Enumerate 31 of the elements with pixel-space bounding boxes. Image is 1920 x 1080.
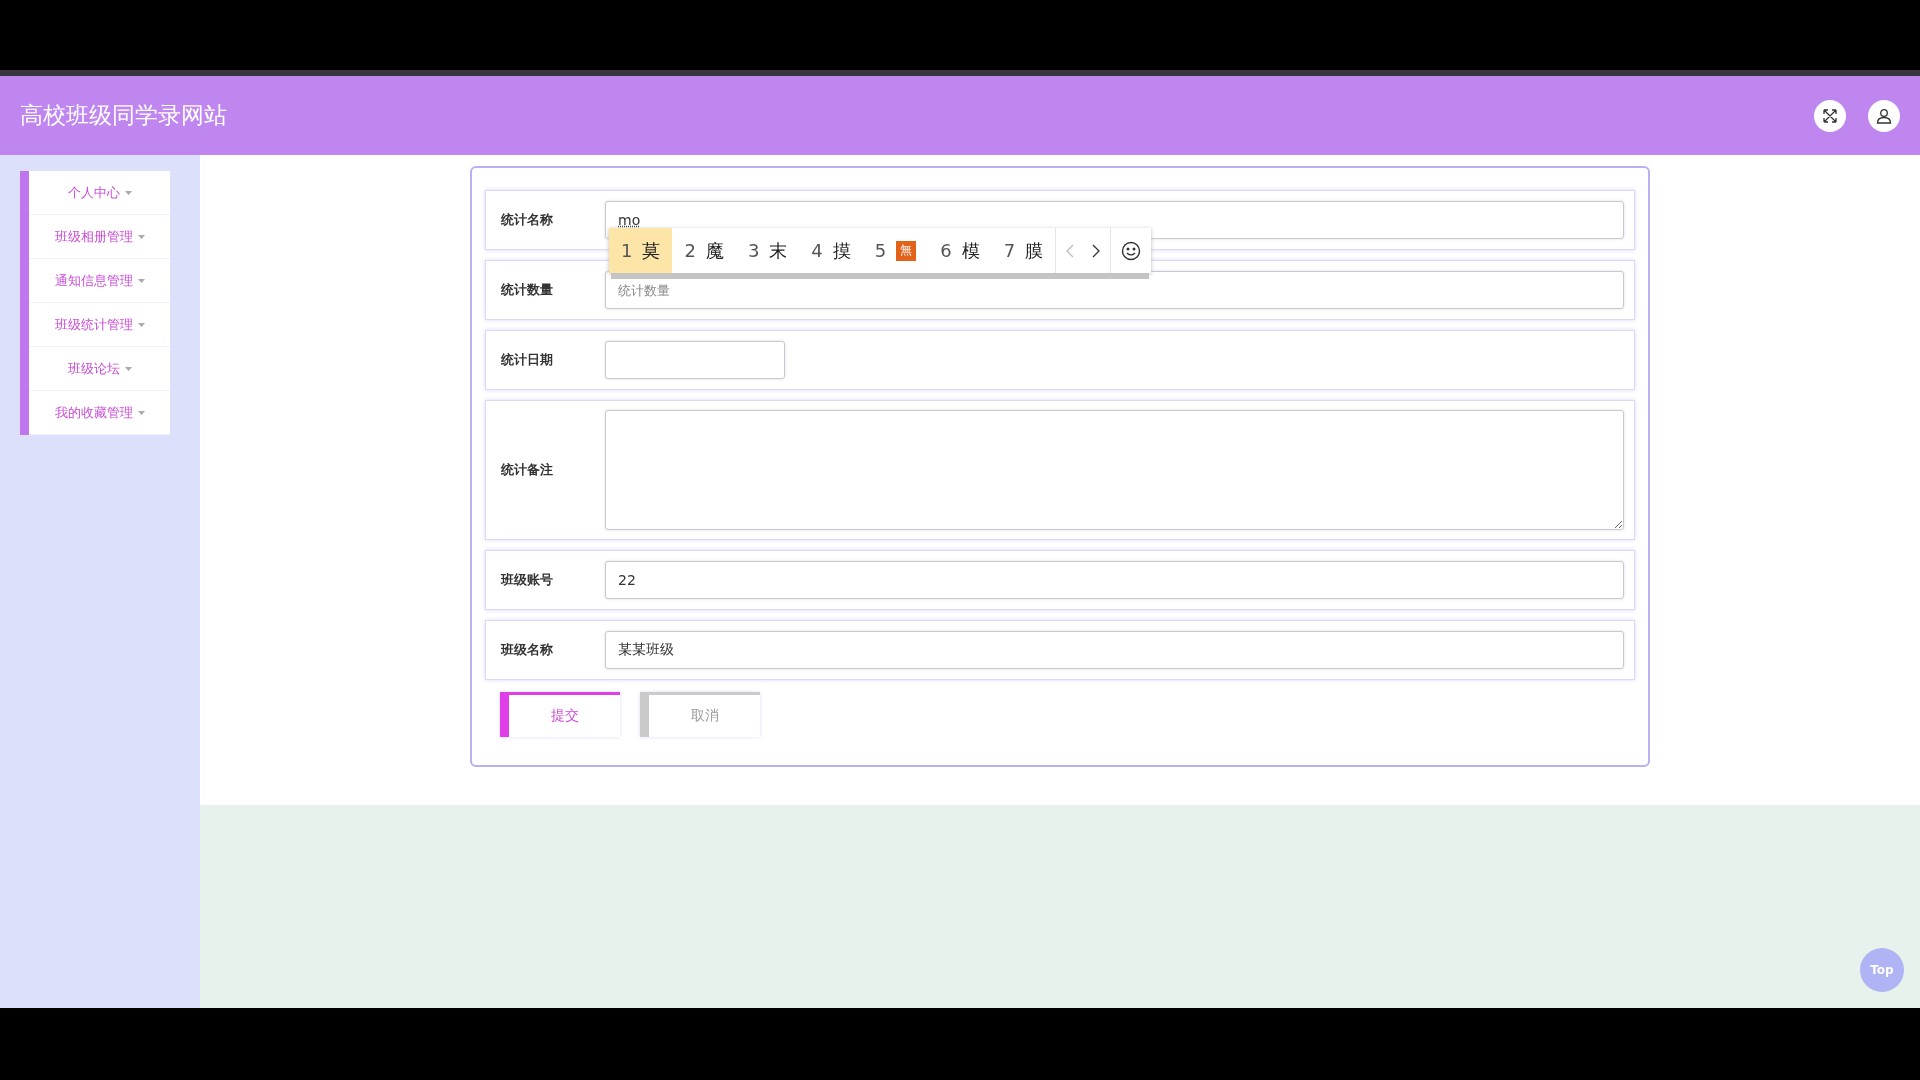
field-label: 统计日期 [501,351,554,369]
field-label: 统计备注 [501,461,554,479]
textarea-field[interactable] [605,410,1624,530]
site-title: 高校班级同学录网站 [20,101,228,130]
input-field[interactable]: 某某班级 [605,631,1624,669]
smiley-icon[interactable] [1121,240,1142,261]
ime-candidate[interactable]: 6 模 [928,228,992,273]
expand-arrows-icon [1822,107,1838,124]
field-label: 统计名称 [501,211,554,229]
ime-candidate[interactable]: 1 莫 [609,228,673,273]
ime-candidate[interactable]: 2 魔 [672,228,736,273]
submit-button[interactable]: 提交 [500,692,620,737]
caret-icon [124,366,132,371]
ime-candidate[interactable]: 3 末 [735,228,800,273]
user-button[interactable] [1868,99,1900,132]
caret-icon [137,234,145,239]
input-field[interactable]: 22 [605,561,1624,599]
ime-candidate[interactable]: 4 摸 [799,228,863,273]
field-label: 统计数量 [501,281,554,299]
caret-icon [137,322,145,327]
field-label: 班级名称 [501,641,554,659]
fullscreen-button[interactable] [1814,99,1846,132]
user-icon [1876,107,1892,124]
ime-candidate[interactable]: 7 膜 [991,228,1056,273]
date-field[interactable] [605,341,785,379]
caret-icon [137,410,145,415]
caret-icon [124,190,132,195]
chevron-right-icon[interactable] [1092,243,1101,258]
field-label: 班级账号 [501,571,554,589]
caret-icon [137,278,145,283]
ime-candidate[interactable]: 5 無 [862,228,929,273]
